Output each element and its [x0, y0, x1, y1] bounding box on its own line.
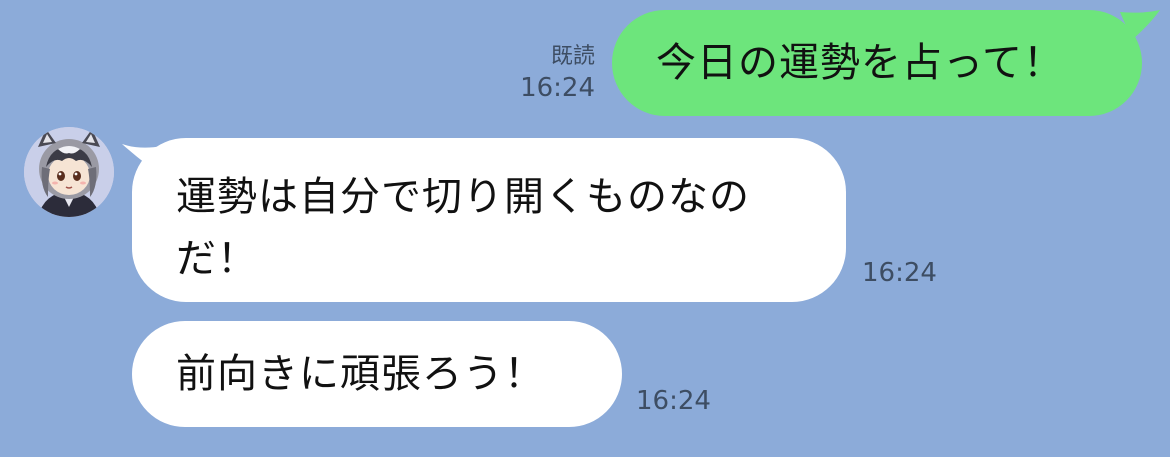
contact-avatar[interactable]: [24, 127, 114, 217]
outgoing-message-text: 今日の運勢を占って！: [656, 40, 1064, 86]
outgoing-timestamp: 16:24: [520, 73, 595, 103]
incoming-message-1-line-2: だ！: [176, 236, 258, 282]
incoming-message-2-text: 前向きに頑張ろう！: [176, 351, 545, 397]
incoming-2-timestamp: 16:24: [636, 386, 711, 416]
read-receipt: 既読: [550, 44, 595, 69]
incoming-message-bubble-2[interactable]: 前向きに頑張ろう！: [132, 321, 622, 427]
incoming-message-bubble-1[interactable]: 運勢は自分で切り開くものなの だ！: [132, 138, 846, 302]
chat-area[interactable]: 既読 16:24 今日の運勢を占って！ 運勢は自分で切り開くものなの だ！ 16…: [0, 0, 1170, 457]
outgoing-message-bubble[interactable]: 今日の運勢を占って！: [612, 10, 1142, 116]
avatar-icon: [24, 127, 114, 217]
incoming-message-1-line-1: 運勢は自分で切り開くものなの: [176, 174, 750, 220]
incoming-1-timestamp: 16:24: [862, 258, 937, 288]
